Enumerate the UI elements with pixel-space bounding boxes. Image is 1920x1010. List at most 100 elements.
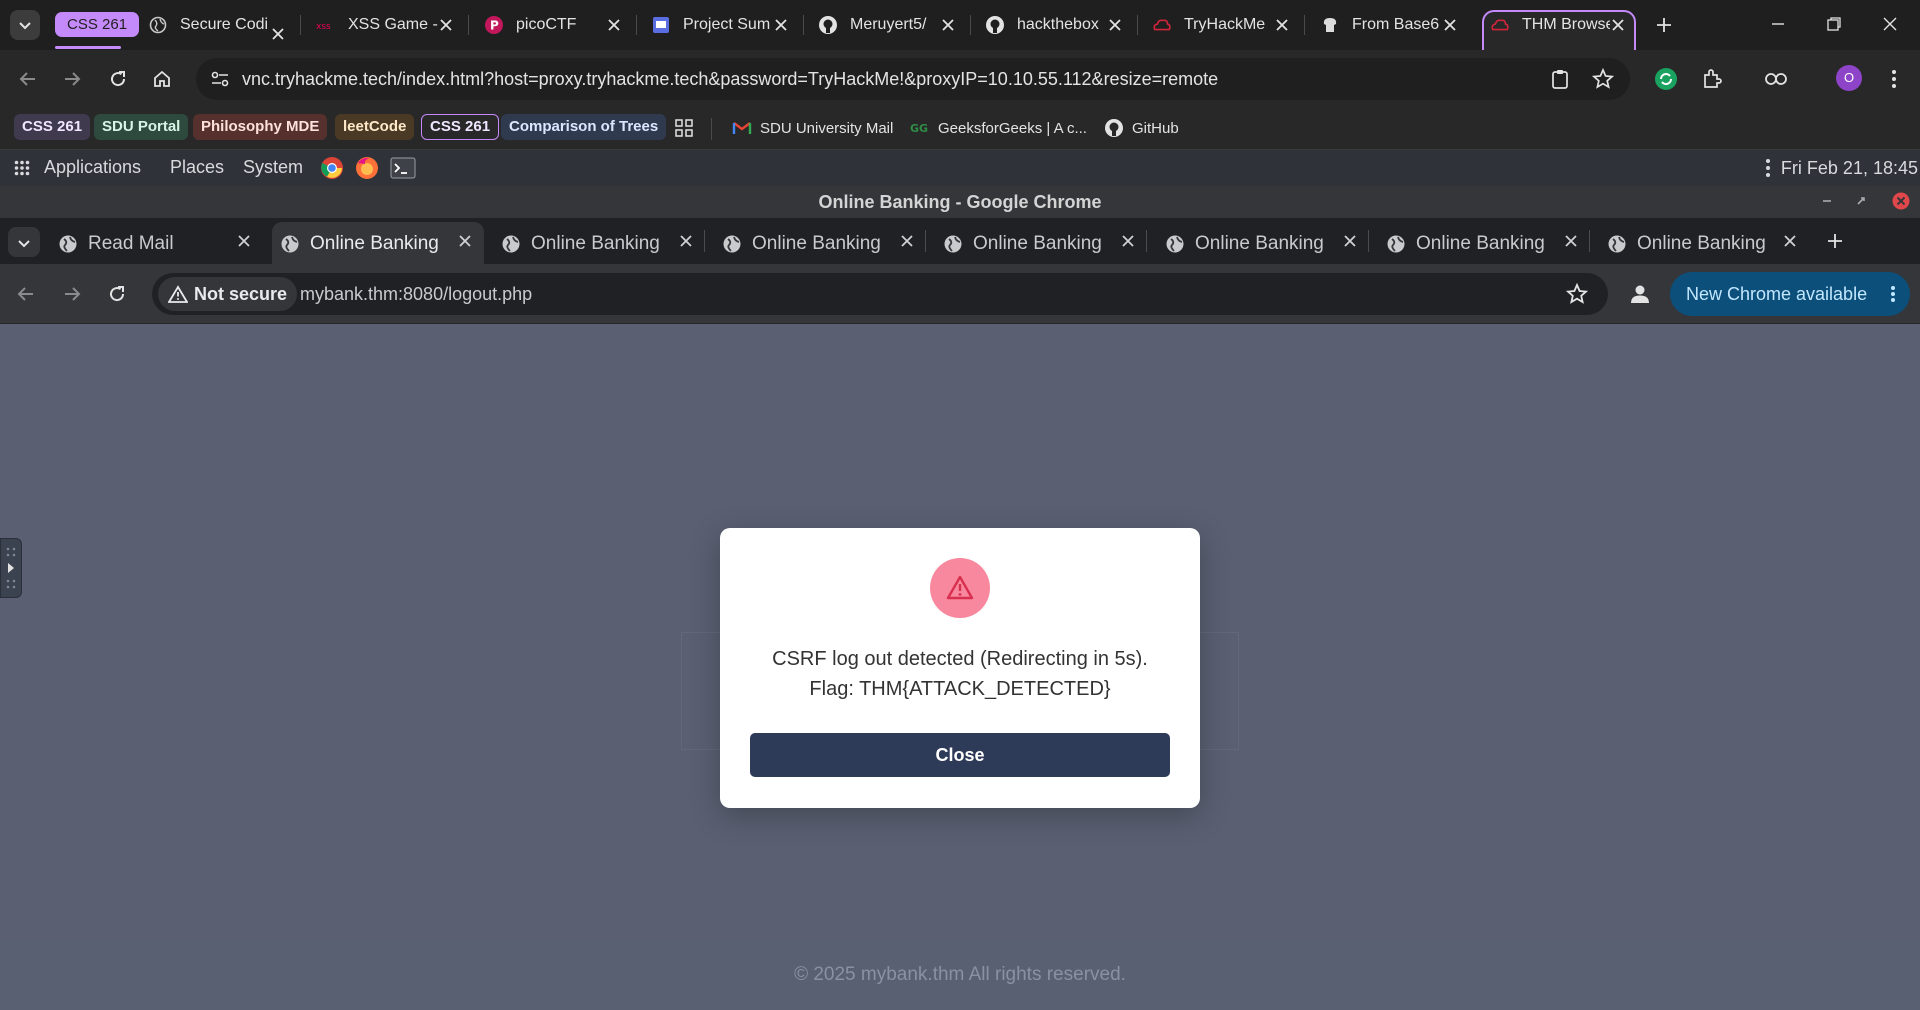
- site-settings-icon[interactable]: [210, 70, 230, 88]
- home-icon[interactable]: [148, 65, 176, 93]
- url-text[interactable]: vnc.tryhackme.tech/index.html?host=proxy…: [242, 69, 1218, 90]
- close-icon[interactable]: [270, 17, 286, 51]
- new-tab-icon[interactable]: [1654, 15, 1674, 35]
- back-icon[interactable]: [14, 65, 42, 93]
- bookmark-star-icon[interactable]: [1592, 68, 1614, 90]
- apps-grid-icon[interactable]: [675, 119, 693, 137]
- inner-tab[interactable]: Online Banking: [722, 224, 881, 264]
- close-icon[interactable]: [1442, 17, 1458, 33]
- tab-group-chip[interactable]: CSS 261: [55, 12, 140, 37]
- more-menu-icon[interactable]: [1880, 65, 1908, 93]
- close-icon[interactable]: [678, 233, 694, 249]
- tab-separator: [1368, 230, 1369, 252]
- forward-icon[interactable]: [58, 65, 86, 93]
- close-icon[interactable]: [899, 233, 915, 249]
- close-icon[interactable]: [1342, 233, 1358, 249]
- bookmark-group-chip[interactable]: Philosophy MDE: [193, 114, 328, 140]
- profile-avatar[interactable]: O: [1836, 65, 1862, 91]
- outer-tab[interactable]: TryHackMe: [1152, 8, 1292, 42]
- outer-tab[interactable]: From Base6: [1320, 8, 1460, 42]
- close-icon[interactable]: [1563, 233, 1579, 249]
- inner-address-bar[interactable]: Not secure mybank.thm:8080/logout.php: [152, 273, 1608, 315]
- bookmark-star-icon[interactable]: [1566, 283, 1588, 305]
- chrome-launcher-icon[interactable]: [320, 156, 344, 180]
- panel-clock[interactable]: Fri Feb 21, 18:45: [1781, 158, 1918, 179]
- inner-url-text[interactable]: mybank.thm:8080/logout.php: [300, 284, 532, 305]
- tab-separator: [300, 15, 301, 35]
- close-icon[interactable]: [940, 17, 956, 33]
- outer-tab[interactable]: Secure Codi: [148, 8, 288, 42]
- bookmark-separator: [711, 118, 712, 140]
- inner-tab-active[interactable]: Online Banking: [280, 224, 439, 264]
- inner-tab-search-button[interactable]: [8, 227, 40, 257]
- bookmark-group-chip[interactable]: CSS 261: [14, 114, 91, 140]
- bookmark-group-chip[interactable]: Comparison of Trees: [501, 114, 667, 140]
- profile-icon[interactable]: [1628, 282, 1652, 306]
- extension-sync-icon[interactable]: [1652, 65, 1680, 93]
- tab-separator: [1146, 230, 1147, 252]
- bookmark-group-chip[interactable]: leetCode: [335, 114, 415, 140]
- close-icon[interactable]: [1120, 233, 1136, 249]
- close-button[interactable]: Close: [750, 733, 1170, 777]
- bookmark-link[interactable]: SDU University Mail: [732, 116, 893, 140]
- inner-tab[interactable]: Online Banking: [501, 224, 660, 264]
- inner-tab[interactable]: Online Banking: [943, 224, 1102, 264]
- more-menu-icon: [1891, 286, 1895, 302]
- close-icon[interactable]: [606, 17, 622, 33]
- menu-places[interactable]: Places: [170, 157, 224, 178]
- tab-search-button[interactable]: [10, 10, 40, 40]
- inner-tab[interactable]: Read Mail: [58, 224, 174, 264]
- outer-tab[interactable]: xss XSS Game -: [316, 8, 456, 42]
- security-indicator[interactable]: Not secure: [158, 277, 298, 311]
- outer-tab[interactable]: P picoCTF: [484, 8, 624, 42]
- close-icon[interactable]: [457, 233, 473, 249]
- firefox-launcher-icon[interactable]: [354, 155, 380, 181]
- bookmark-group-chip[interactable]: SDU Portal: [94, 114, 189, 140]
- window-titlebar: Online Banking - Google Chrome: [0, 186, 1920, 218]
- menu-system[interactable]: System: [243, 157, 303, 178]
- close-icon[interactable]: [1274, 17, 1290, 33]
- link-icon[interactable]: [1762, 65, 1790, 93]
- address-bar[interactable]: vnc.tryhackme.tech/index.html?host=proxy…: [196, 58, 1630, 100]
- panel-menu-icon[interactable]: [1765, 158, 1771, 178]
- new-chrome-available-button[interactable]: New Chrome available: [1670, 272, 1910, 316]
- reload-icon[interactable]: [107, 284, 127, 304]
- window-close-icon[interactable]: [1892, 192, 1910, 210]
- reload-icon[interactable]: [104, 65, 132, 93]
- outer-tab-active-content[interactable]: THM Browse: [1490, 8, 1620, 42]
- app-grid-icon[interactable]: [14, 160, 30, 176]
- minimize-icon[interactable]: [1766, 12, 1790, 36]
- terminal-launcher-icon[interactable]: [390, 157, 416, 179]
- bookmark-link[interactable]: GitHub: [1104, 116, 1179, 140]
- close-icon[interactable]: [773, 17, 789, 33]
- bookmark-label: SDU University Mail: [760, 119, 894, 137]
- outer-tab[interactable]: Meruyert5/: [818, 8, 958, 42]
- outer-tab[interactable]: Project Sum: [651, 8, 791, 42]
- new-tab-icon[interactable]: [1826, 232, 1844, 250]
- warning-triangle-icon: [168, 285, 188, 303]
- back-icon[interactable]: [16, 284, 36, 304]
- close-icon[interactable]: [1782, 233, 1798, 249]
- close-icon[interactable]: [236, 233, 252, 249]
- globe-icon: [502, 235, 520, 253]
- forward-icon[interactable]: [62, 284, 82, 304]
- restore-icon[interactable]: [1822, 12, 1846, 36]
- window-close-icon[interactable]: [1878, 12, 1902, 36]
- globe-icon: [59, 235, 77, 253]
- inner-tab[interactable]: Online Banking: [1607, 224, 1766, 264]
- menu-applications[interactable]: Applications: [44, 157, 141, 178]
- close-icon[interactable]: [1107, 17, 1123, 33]
- vnc-sidebar-handle[interactable]: [0, 538, 22, 598]
- clipboard-icon[interactable]: [1550, 68, 1570, 90]
- bookmark-link[interactable]: GG GeeksforGeeks | A c...: [910, 116, 1087, 140]
- bookmark-group-chip[interactable]: CSS 261: [421, 114, 500, 140]
- extensions-icon[interactable]: [1698, 65, 1726, 93]
- close-icon[interactable]: [438, 17, 454, 33]
- inner-tab[interactable]: Online Banking: [1165, 224, 1324, 264]
- maximize-icon[interactable]: [1852, 192, 1870, 210]
- outer-tab[interactable]: hackthebox: [985, 8, 1125, 42]
- globe-icon: [148, 15, 168, 35]
- close-icon[interactable]: [1610, 17, 1626, 33]
- inner-tab[interactable]: Online Banking: [1386, 224, 1545, 264]
- minimize-icon[interactable]: [1818, 192, 1836, 210]
